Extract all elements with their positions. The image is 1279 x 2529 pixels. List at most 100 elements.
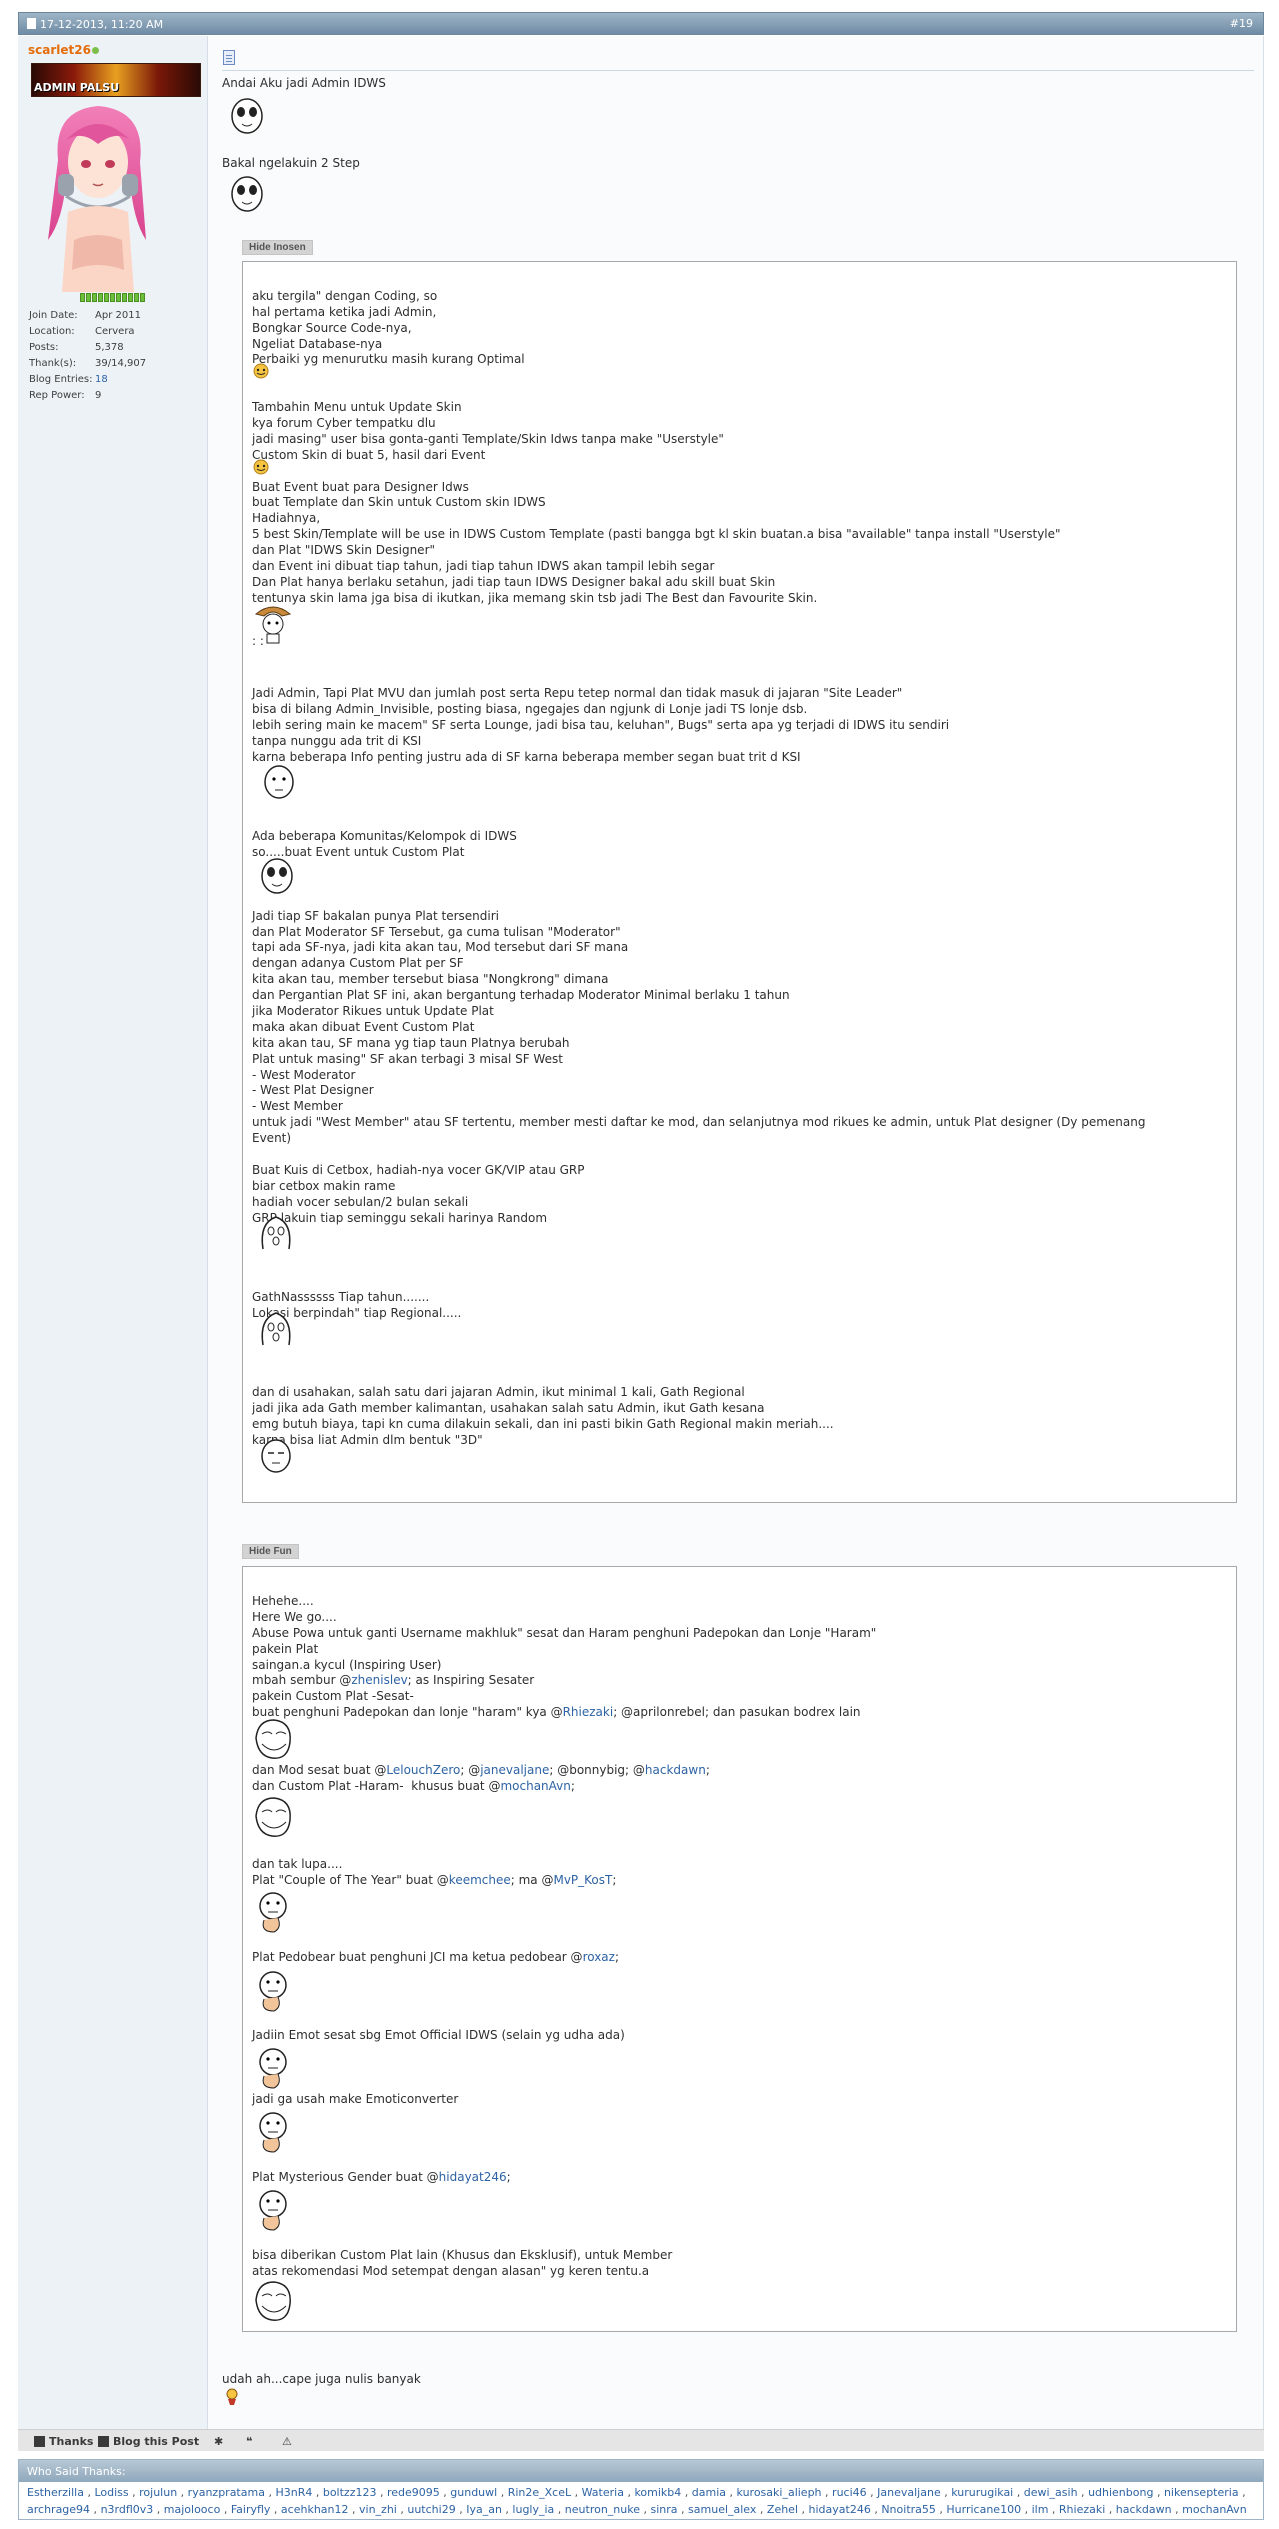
thanks-user-link[interactable]: Fairyfly: [231, 2503, 271, 2516]
thanks-user-link[interactable]: komikb4: [634, 2486, 681, 2499]
hide-inosen-button[interactable]: Hide Inosen: [242, 240, 313, 255]
thanks-user-link[interactable]: nikensepteria: [1164, 2486, 1239, 2499]
thanks-button[interactable]: Thanks: [34, 2435, 93, 2448]
thanks-user-link[interactable]: Rin2e_XceL: [508, 2486, 571, 2499]
mention-hackdawn[interactable]: hackdawn: [645, 1763, 706, 1777]
smile-emoticon: [253, 459, 269, 475]
panda-emoticon: [231, 176, 263, 212]
mention-mochanavn[interactable]: mochanAvn: [500, 1779, 570, 1793]
thanks-user-link[interactable]: Zehel: [767, 2503, 798, 2516]
blog-entries-link[interactable]: 18: [95, 372, 108, 388]
spoiler-inosen-line: dengan adanya Custom Plat per SF: [252, 956, 464, 971]
spoiler-inosen-line: Event): [252, 1131, 292, 1146]
thanks-user-link[interactable]: Lodiss: [94, 2486, 128, 2499]
thanks-user-link[interactable]: mochanAvn: [1182, 2503, 1247, 2516]
mention-roxaz[interactable]: roxaz: [583, 1950, 615, 1964]
spoiler-inosen-line: tapi ada SF-nya, jadi kita akan tau, Mod…: [252, 940, 629, 955]
post-header: 17-12-2013, 11:20 AM #19: [18, 12, 1264, 35]
post-number-link[interactable]: #19: [1230, 17, 1253, 30]
pedobear-line: Plat Pedobear buat penghuni JCI ma ketua…: [252, 1950, 620, 1964]
thanks-user-link[interactable]: kururugikai: [951, 2486, 1013, 2499]
spoiler-inosen-line: [252, 1322, 1145, 1338]
spoiler-inosen-line: [252, 1226, 1145, 1242]
thanks-user-link[interactable]: rojulun: [139, 2486, 177, 2499]
thanks-user-link[interactable]: hidayat246: [809, 2503, 871, 2516]
spoiler-inosen-line: [252, 797, 1145, 813]
user-title-image: ADMIN PALSU: [31, 63, 201, 97]
thanks-user-link[interactable]: uutchi29: [407, 2503, 455, 2516]
thanks-user-link[interactable]: Wateria: [582, 2486, 624, 2499]
thanks-user-link[interactable]: boltzz123: [323, 2486, 377, 2499]
spoiler-inosen-line: - West Plat Designer: [252, 1083, 374, 1098]
thanks-user-link[interactable]: dewi_asih: [1024, 2486, 1078, 2499]
thanks-user-link[interactable]: gunduwl: [450, 2486, 497, 2499]
intro-line-1: Andai Aku jadi Admin IDWS: [222, 76, 386, 90]
thanks-user-link[interactable]: acehkhan12: [281, 2503, 349, 2516]
closing-line: udah ah...cape juga nulis banyak: [222, 2372, 421, 2386]
mention-rhiezaki[interactable]: Rhiezaki: [563, 1705, 614, 1719]
thanks-user-link[interactable]: samuel_alex: [688, 2503, 756, 2516]
thanks-user-link[interactable]: udhienbong: [1088, 2486, 1153, 2499]
star-button[interactable]: ✱: [214, 2435, 223, 2448]
stat-posts: Posts: 5,378: [29, 342, 124, 353]
mention-zhenislev[interactable]: zhenislev: [351, 1673, 407, 1687]
thanks-user-link[interactable]: Iya_an: [466, 2503, 502, 2516]
thanks-user-link[interactable]: hackdawn: [1116, 2503, 1172, 2516]
thanks-user-link[interactable]: H3nR4: [275, 2486, 312, 2499]
spoiler-inosen-line: dan Pergantian Plat SF ini, akan bergant…: [252, 988, 790, 1003]
spoiler-inosen-line: [252, 1354, 1145, 1370]
stat-join-date: Join Date: Apr 2011: [29, 310, 141, 321]
mention-lelouchzero[interactable]: LelouchZero: [386, 1763, 460, 1777]
thanks-user-link[interactable]: archrage94: [27, 2503, 90, 2516]
reputation-bar: [80, 293, 145, 303]
spoiler-inosen-line: Lokasi berpindah" tiap Regional.....: [252, 1305, 462, 1320]
thanks-user-link[interactable]: sinra: [651, 2503, 678, 2516]
thanks-user-link[interactable]: n3rdfl0v3: [101, 2503, 154, 2516]
spoiler-inosen-line: hadiah vocer sebulan/2 bulan sekali: [252, 1194, 469, 1209]
spoiler-inosen-line: aku tergila" dengan Coding, so: [252, 288, 438, 303]
blog-this-post-button[interactable]: Blog this Post: [98, 2435, 199, 2448]
thanks-user-link[interactable]: damia: [692, 2486, 726, 2499]
thanks-user-link[interactable]: lugly_ia: [512, 2503, 554, 2516]
thanks-user-link[interactable]: majolooco: [164, 2503, 221, 2516]
spoiler-inosen-line: maka akan dibuat Event Custom Plat: [252, 1019, 475, 1034]
post-date-text: 17-12-2013, 11:20 AM: [40, 18, 164, 31]
report-button[interactable]: ⚠: [282, 2435, 292, 2448]
spoiler-inosen-line: [252, 1147, 1145, 1163]
spoiler-inosen-line: so.....buat Event untuk Custom Plat: [252, 845, 465, 860]
stare-emoticon: [264, 765, 294, 799]
post-date: 17-12-2013, 11:20 AM: [27, 18, 163, 31]
spoiler-inosen-line: buat Template dan Skin untuk Custom skin…: [252, 495, 546, 510]
thanks-user-link[interactable]: rede9095: [387, 2486, 440, 2499]
stat-rep-power: Rep Power: 9: [29, 390, 102, 401]
thanks-user-link[interactable]: ryanzpratama: [188, 2486, 265, 2499]
thanks-user-link[interactable]: Estherzilla: [27, 2486, 84, 2499]
mention-mvp-kost[interactable]: MvP_KosT: [553, 1873, 612, 1887]
mention-janevaljane[interactable]: janevaljane: [480, 1763, 549, 1777]
small-character-emoticon: [226, 2388, 238, 2405]
mention-hidayat246[interactable]: hidayat246: [439, 2170, 507, 2184]
spoiler-inosen-line: Dan Plat hanya berlaku setahun, jadi tia…: [252, 574, 776, 589]
thanks-user-link[interactable]: kurosaki_alieph: [737, 2486, 822, 2499]
thanks-user-link[interactable]: Nnoitra55: [881, 2503, 936, 2516]
post-action-bar: Thanks Blog this Post ✱ ❝ ⚠: [18, 2429, 1264, 2451]
thanks-user-link[interactable]: ruci46: [832, 2486, 867, 2499]
thanks-user-link[interactable]: neutron_nuke: [565, 2503, 640, 2516]
username-link[interactable]: scarlet26: [28, 43, 91, 57]
thanks-user-link[interactable]: ilm: [1032, 2503, 1049, 2516]
post-doc-icon: [27, 18, 36, 29]
user-avatar[interactable]: [38, 100, 158, 292]
thanks-user-link[interactable]: Rhiezaki: [1059, 2503, 1105, 2516]
spoiler-inosen-line: bisa di bilang Admin_Invisible, posting …: [252, 702, 808, 717]
spoiler-inosen-line: biar cetbox makin rame: [252, 1178, 396, 1193]
spoiler-inosen-line: Buat Event buat para Designer Idws: [252, 479, 469, 494]
hide-fun-button[interactable]: Hide Fun: [242, 1544, 299, 1559]
mention-keemchee[interactable]: keemchee: [449, 1873, 511, 1887]
spoiler-inosen-line: GRP lakuin tiap seminggu sekali harinya …: [252, 1210, 548, 1225]
thanks-user-link[interactable]: Janevaljane: [877, 2486, 941, 2499]
spoiler-inosen-line: 5 best Skin/Template will be use in IDWS…: [252, 527, 1061, 542]
spoiler-inosen-line: tentunya skin lama jga bisa di ikutkan, …: [252, 590, 818, 605]
quote-button[interactable]: ❝: [246, 2435, 252, 2448]
thanks-user-link[interactable]: Hurricane100: [946, 2503, 1021, 2516]
thanks-user-link[interactable]: vin_zhi: [359, 2503, 397, 2516]
